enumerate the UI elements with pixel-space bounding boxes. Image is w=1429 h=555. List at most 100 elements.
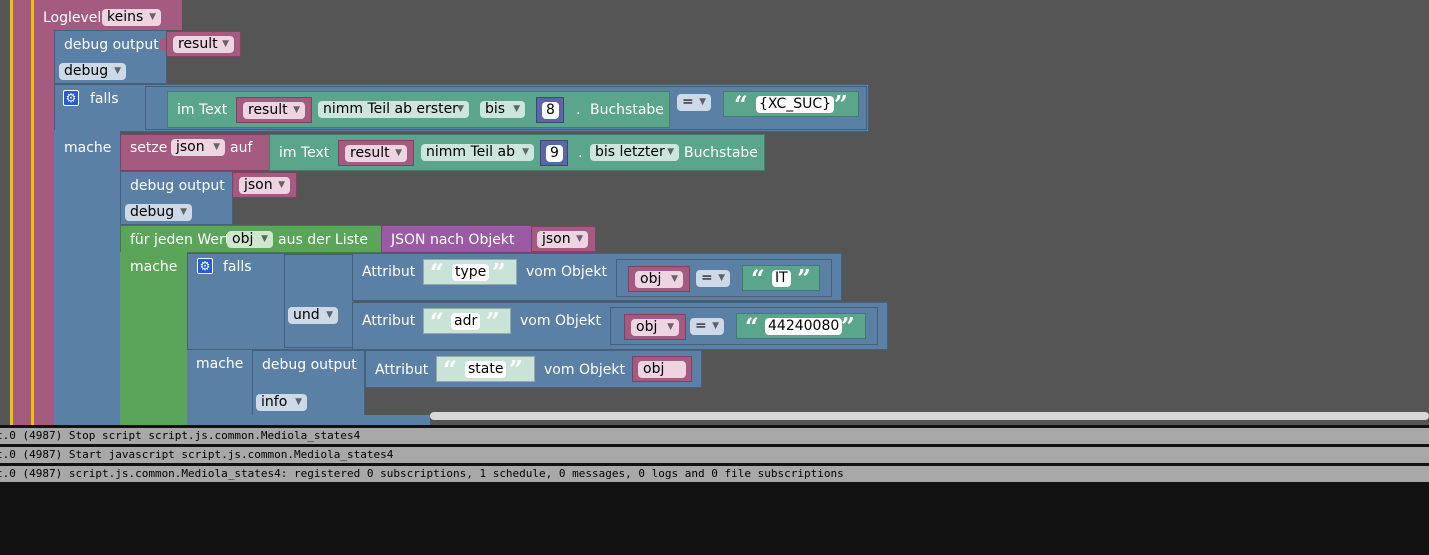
json-variable-dropdown-2[interactable]: json ▼ (239, 177, 290, 194)
log-line-2: t.0 (4987) Start javascript script.js.co… (0, 447, 1429, 463)
string-block-adr[interactable]: “ adr ” (423, 307, 511, 336)
result-dropdown-3[interactable]: result ▼ (345, 145, 407, 162)
substring-from-value-2: nimm Teil ab (426, 144, 515, 160)
chevron-down-icon: ▼ (293, 105, 300, 115)
substring-to-dropdown-2[interactable]: bis letzter ▼ (590, 144, 679, 161)
horizontal-scrollbar[interactable] (430, 412, 1429, 420)
chevron-down-icon: ▼ (457, 104, 464, 114)
log-line-3: t.0 (4987) script.js.common.Mediola_stat… (0, 466, 1429, 482)
vom-objekt-label-3: vom Objekt (544, 362, 625, 378)
chevron-down-icon: ▼ (295, 397, 302, 407)
debug-level-value-2: debug (130, 204, 175, 220)
substring-to-value-1: bis (485, 101, 506, 117)
string-block-it[interactable]: “ IT ” (742, 265, 820, 292)
number-block-9[interactable]: 9 (540, 140, 568, 166)
setze-label: setze (130, 140, 168, 156)
log-line-3-text: t.0 (4987) script.js.common.Mediola_stat… (0, 467, 844, 480)
json-nach-objekt-label: JSON nach Objekt (391, 232, 515, 248)
compare-operator-dropdown-1[interactable]: = ▼ (677, 94, 711, 111)
obj-variable-dropdown-2[interactable]: obj ▼ (635, 271, 683, 288)
string-block-type[interactable]: “ type ” (423, 258, 517, 287)
chevron-down-icon: ▼ (712, 321, 719, 331)
debug-level-dropdown-3[interactable]: info ▼ (256, 394, 307, 411)
debug-level-dropdown-2[interactable]: debug ▼ (125, 204, 192, 221)
open-quote-icon: “ (734, 90, 748, 119)
gear-icon[interactable]: ⚙ (63, 90, 79, 106)
next-block-stub (252, 415, 430, 425)
loglevel-label: Loglevel (43, 10, 102, 26)
im-text-label-1: im Text (177, 102, 228, 118)
vom-objekt-label-2: vom Objekt (520, 313, 601, 329)
chevron-down-icon: ▼ (576, 234, 583, 244)
aus-liste-label: aus der Liste (278, 232, 368, 248)
blockly-workspace[interactable]: Loglevel keins ▼ debug output result ▼ deb… (0, 0, 1429, 425)
json-variable-value-3: json (542, 231, 571, 247)
falls-label-1: falls (90, 91, 119, 107)
and-block[interactable] (284, 254, 354, 348)
string-block-xcsuc[interactable]: “ {XC_SUC} ” (723, 90, 859, 119)
obj-variable-value-4: obj (643, 361, 665, 377)
log-line-1: t.0 (4987) Stop script script.js.common.… (0, 428, 1429, 444)
log-line-1-text: t.0 (4987) Stop script script.js.common.… (0, 429, 361, 442)
substring-to-dropdown-1[interactable]: bis ▼ (480, 101, 525, 118)
result-value-1: result (178, 36, 218, 52)
chevron-down-icon: ▼ (667, 322, 674, 332)
substring-from-dropdown-2[interactable]: nimm Teil ab ▼ (421, 144, 534, 161)
substring-from-dropdown-1[interactable]: nimm Teil ab erster ▼ (318, 101, 469, 118)
chevron-down-icon: ▼ (149, 12, 156, 22)
open-quote-icon: “ (430, 258, 444, 287)
json-variable-dropdown-3[interactable]: json ▼ (537, 231, 588, 248)
buchstabe-label-2: Buchstabe (684, 145, 758, 161)
result-dropdown-2[interactable]: result ▼ (243, 102, 305, 119)
close-quote-icon: ” (841, 312, 855, 341)
close-quote-icon: ” (486, 307, 500, 336)
chevron-down-icon: ▼ (261, 234, 268, 244)
debug-level-dropdown-1[interactable]: debug ▼ (59, 63, 126, 80)
string-value-state[interactable]: state (465, 361, 507, 378)
obj-variable-dropdown-3[interactable]: obj ▼ (631, 319, 679, 336)
dot-label-1: . (576, 102, 581, 118)
substring-from-value-1: nimm Teil ab erster (323, 101, 458, 117)
string-block-state[interactable]: “ state ” (436, 355, 535, 384)
attribut-label-2: Attribut (362, 313, 416, 329)
falls-label-2: falls (223, 259, 252, 275)
number-block-8[interactable]: 8 (536, 97, 564, 123)
compare-operator-dropdown-3[interactable]: = ▼ (690, 318, 724, 335)
json-variable-value-1: json (176, 139, 205, 155)
dot-label-2: . (578, 145, 583, 161)
open-quote-icon: “ (443, 355, 457, 384)
number-value-9[interactable]: 9 (546, 145, 563, 162)
json-variable-dropdown-1[interactable]: json ▼ (171, 139, 225, 156)
chevron-down-icon: ▼ (114, 66, 121, 76)
open-quote-icon: “ (745, 312, 759, 341)
number-value-8[interactable]: 8 (542, 102, 559, 119)
obj-variable-value-3: obj (636, 319, 658, 335)
compare-operator-value-1: = (682, 94, 694, 110)
chevron-down-icon: ▼ (513, 104, 520, 114)
for-each-body-stripe (120, 252, 187, 425)
vom-objekt-label-1: vom Objekt (526, 264, 607, 280)
string-value-xcsuc[interactable]: {XC_SUC} (756, 96, 835, 113)
loglevel-dropdown[interactable]: keins ▼ (102, 9, 161, 26)
attribut-label-1: Attribut (362, 264, 416, 280)
string-value-type[interactable]: type (452, 264, 490, 281)
result-dropdown-1[interactable]: result ▼ (173, 36, 234, 53)
compare-operator-value-2: = (701, 270, 713, 286)
log-panel: t.0 (4987) Stop script script.js.common.… (0, 425, 1429, 555)
logic-operator-dropdown[interactable]: und ▼ (288, 307, 338, 324)
chevron-down-icon: ▼ (718, 273, 725, 283)
string-value-it[interactable]: IT (772, 270, 791, 287)
string-block-addr-value[interactable]: “ 44240080 ” (736, 312, 866, 341)
debug-output-label-2: debug output (130, 178, 225, 194)
string-value-addr[interactable]: 44240080 (765, 318, 843, 335)
obj-variable-value-2: obj (640, 271, 662, 287)
string-value-adr[interactable]: adr (451, 313, 481, 330)
gear-icon[interactable]: ⚙ (197, 258, 213, 274)
loop-variable-dropdown[interactable]: obj ▼ (227, 231, 273, 248)
compare-operator-dropdown-2[interactable]: = ▼ (696, 270, 730, 287)
auf-label: auf (230, 140, 253, 156)
debug-output-label-1: debug output (64, 37, 159, 53)
debug-level-value-1: debug (64, 63, 109, 79)
obj-variable-field-4[interactable]: obj (638, 361, 686, 378)
chevron-down-icon: ▼ (326, 310, 333, 320)
